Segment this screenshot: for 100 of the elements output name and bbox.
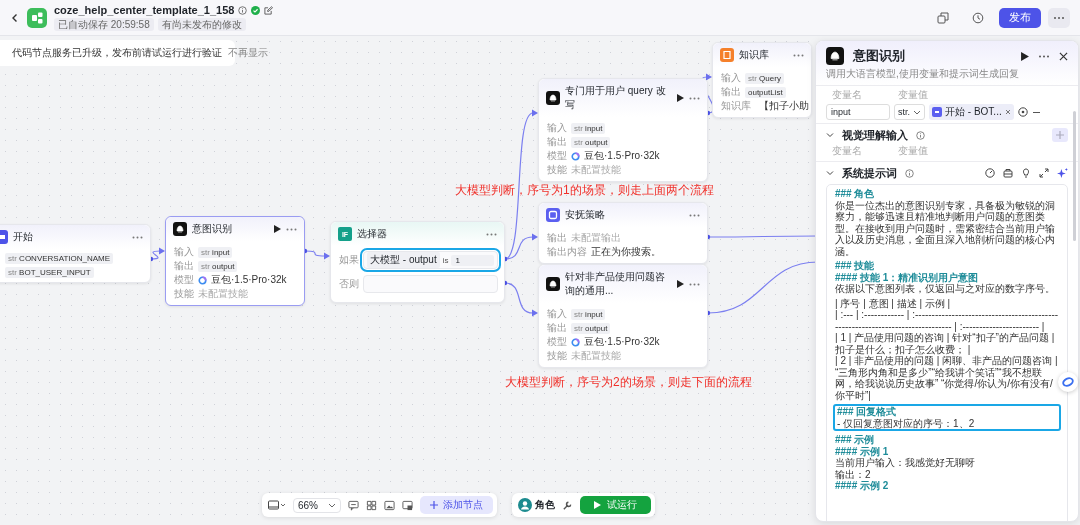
layout-icon[interactable]: [268, 500, 286, 510]
prompt-heading: #### 示例 1: [835, 445, 890, 457]
variable-name-field[interactable]: input: [826, 104, 890, 120]
ring-icon: [1062, 376, 1074, 388]
plus-icon: [430, 501, 438, 509]
node-title: 专门用于用户 query 改写: [565, 84, 667, 112]
expand-icon[interactable]: [1039, 168, 1049, 178]
prompt-text: | 1 | 产品使用问题的咨询 | 针对“扣子”的产品问题 | 扣子是什么；扣子怎么收费； |: [835, 332, 1056, 355]
more-icon[interactable]: [286, 227, 297, 231]
grid-icon[interactable]: [366, 499, 377, 511]
prompt-heading: #### 示例 2: [835, 480, 890, 492]
row-label: 输出: [547, 135, 567, 149]
model-name: 豆包·1.5·Pro·32k: [584, 149, 660, 163]
back-icon[interactable]: [10, 12, 20, 23]
history-icon[interactable]: [972, 11, 984, 24]
row-label: 模型: [547, 149, 567, 163]
row-label: 输出: [547, 321, 567, 335]
row-value: 未配置技能: [571, 163, 621, 177]
image-icon[interactable]: [384, 499, 395, 511]
wrench-icon[interactable]: [562, 499, 573, 511]
workflow-node[interactable]: 知识库 输入 str Query 输出 outputList 知识库 【扣子小助: [712, 42, 812, 118]
info-icon[interactable]: [916, 130, 925, 140]
play-icon[interactable]: [274, 225, 281, 233]
play-icon[interactable]: [677, 280, 684, 288]
edit-icon[interactable]: [264, 5, 274, 15]
knowledge-name: 【扣子小助: [759, 99, 809, 113]
row-label: 模型: [547, 335, 567, 349]
row-value: 未配置技能: [198, 287, 248, 301]
type-select[interactable]: str.: [894, 104, 925, 120]
variable-tag: str CONVERSATION_NAME: [5, 253, 114, 264]
condition-field[interactable]: 大模型 - output is 1: [363, 251, 498, 269]
more-icon[interactable]: [793, 53, 804, 57]
add-node-button[interactable]: 添加节点: [420, 496, 493, 514]
panel-title: 意图识别: [853, 47, 906, 65]
prompt-text: - 仅回复意图对应的序号：1、2: [837, 417, 976, 429]
minimap-icon[interactable]: [402, 499, 413, 511]
variable-tag: str input: [571, 122, 606, 134]
variable-tag: str BOT_USER_INPUT: [5, 267, 94, 278]
library-icon[interactable]: [1003, 168, 1013, 178]
row-value: 正在为你搜索。: [591, 245, 661, 259]
more-icon[interactable]: [1038, 54, 1050, 58]
variable-tag: str Query: [745, 72, 784, 84]
publish-button[interactable]: 发布: [999, 7, 1041, 28]
row-label: 知识库: [721, 99, 751, 113]
row-label: 否则: [339, 277, 359, 291]
model-name: 豆包·1.5·Pro·32k: [584, 335, 660, 349]
role-button[interactable]: 角色: [518, 498, 555, 512]
prompt-text: | :--- | :------------ | :------------------------------------------------------------------------------ | :----------------------- |: [835, 309, 1059, 332]
play-icon[interactable]: [677, 94, 684, 102]
scrollbar[interactable]: [1073, 111, 1076, 241]
else-field[interactable]: [363, 275, 498, 293]
row-label: 技能: [547, 163, 567, 177]
more-icon[interactable]: [689, 282, 700, 286]
more-icon[interactable]: [689, 96, 700, 100]
comment-icon[interactable]: [348, 499, 359, 511]
annotation-text: 大模型判断，序号为2的场景，则走下面的流程: [505, 374, 752, 391]
value-field[interactable]: 1: [451, 254, 494, 266]
workflow-title: coze_help_center_template_1_158: [54, 4, 235, 16]
panel-description: 调用大语言模型,使用变量和提示词生成回复: [826, 67, 1020, 81]
row-label: 输出: [174, 259, 194, 273]
more-icon[interactable]: [486, 232, 497, 236]
model-icon: [571, 337, 580, 347]
status-tag: 有尚未发布的修改: [157, 18, 246, 31]
target-icon[interactable]: [1017, 107, 1028, 117]
prompt-text: | 序号 | 意图 | 描述 | 示例 |: [835, 297, 952, 309]
workflow-node[interactable]: 安抚策略 输出 未配置输出 输出内容 正在为你搜索。: [538, 202, 708, 264]
workflow-node[interactable]: 开始 str CONVERSATION_NAME str BOT_USER_INPUT: [0, 224, 151, 283]
bulb-icon[interactable]: [1021, 168, 1031, 178]
close-icon[interactable]: [1059, 51, 1068, 61]
bot-icon: [826, 47, 844, 65]
chevron-icon[interactable]: [826, 131, 834, 139]
status-tag: 已自动保存 20:59:58: [54, 18, 154, 31]
variable-reference-field[interactable]: 开始 - BOT...: [929, 104, 1014, 120]
info-icon[interactable]: [238, 5, 248, 15]
workflow-node[interactable]: 针对非产品使用问题咨询的通用... 输入 str input 输出 str output 模型 豆包·1.5·Pro·32k 技能 未配置技能: [538, 264, 708, 368]
gauge-icon[interactable]: [985, 168, 995, 178]
zoom-select[interactable]: 66%: [293, 497, 341, 513]
info-icon[interactable]: [905, 168, 914, 178]
prompt-text: 你是一位杰出的意图识别专家，具备极为敏锐的洞察力，能够迅速且精准地判断用户问题的意图类型。在接收到用户问题时，需紧密结合当前用户输入以及历史消息，全面且深入地剖析问题的核心内涵。: [835, 199, 1056, 257]
play-icon[interactable]: [1021, 51, 1029, 61]
workflow-node[interactable]: 专门用于用户 query 改写 输入 str input 输出 str output 模型 豆包·1.5·Pro·32k 技能 未配置技能: [538, 78, 708, 182]
row-label: 模型: [174, 273, 194, 287]
more-icon[interactable]: [689, 213, 700, 217]
chevron-icon[interactable]: [826, 169, 834, 177]
node-title: 开始: [13, 230, 34, 244]
column-header: 变量名: [832, 88, 862, 102]
more-icon[interactable]: [132, 235, 143, 239]
section-title: 系统提示词: [842, 165, 897, 181]
connector-arrow: [502, 280, 538, 317]
copy-icon[interactable]: [937, 11, 949, 24]
node-title: 选择器: [357, 227, 388, 241]
workflow-node[interactable]: 意图识别 输入 str input 输出 str output 模型 豆包·1.5·Pro·32k 技能 未配置技能: [165, 216, 305, 306]
row-label: 技能: [547, 349, 567, 363]
caret-icon: [328, 502, 336, 508]
sparkle-icon[interactable]: [1057, 167, 1068, 179]
row-label: 输出: [721, 85, 741, 99]
row-label: 输入: [721, 71, 741, 85]
variable-tag: str output: [571, 136, 611, 148]
more-button[interactable]: [1048, 7, 1070, 28]
prompt-editor[interactable]: [826, 184, 1068, 521]
